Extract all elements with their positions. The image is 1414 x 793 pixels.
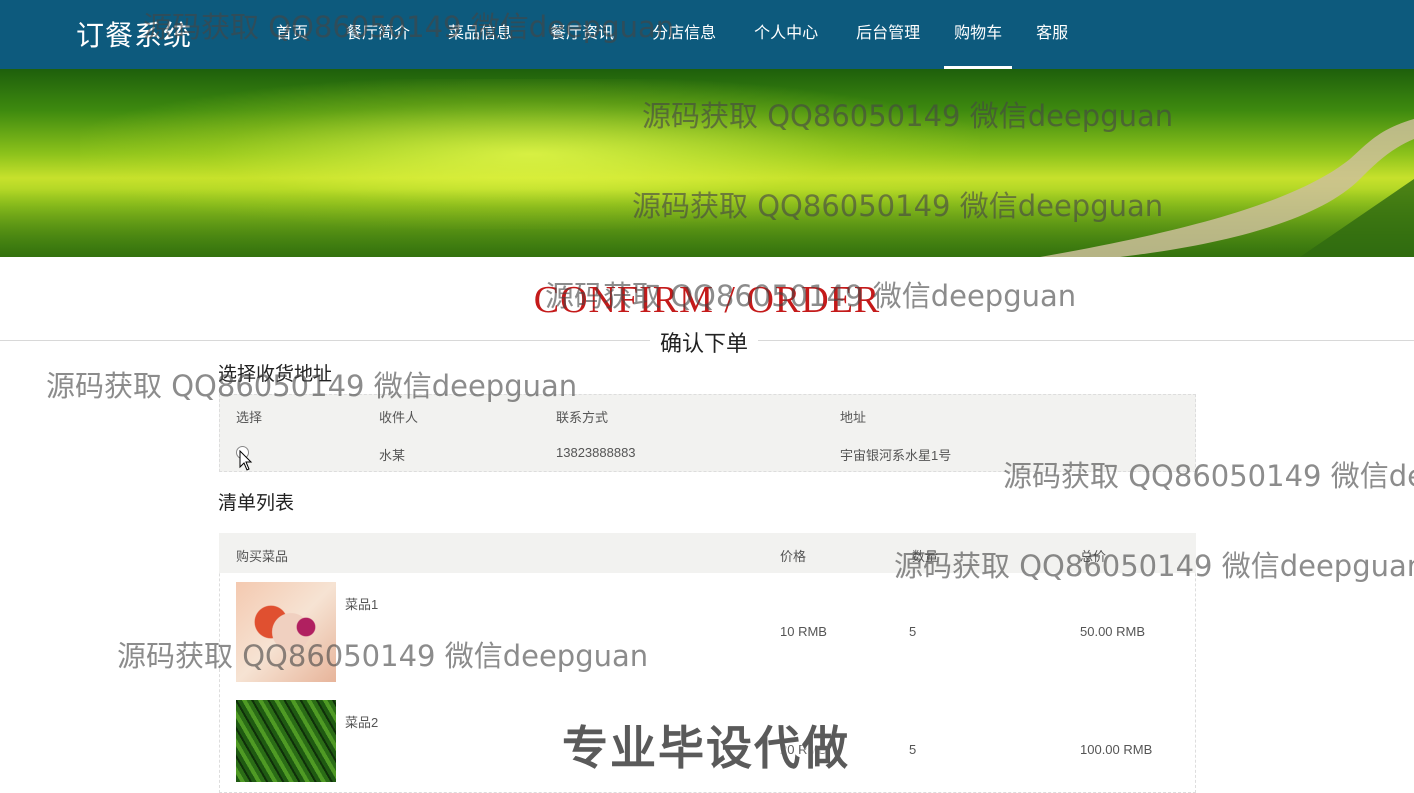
address-phone: 13823888883: [556, 445, 636, 460]
nav-item-cart[interactable]: 购物车: [944, 0, 1013, 69]
section-title-en: CONFIRM / ORDER: [533, 279, 881, 321]
address-col-select: 选择: [236, 410, 263, 425]
nav-item-home[interactable]: 首页: [262, 0, 322, 69]
nav-item-dishes[interactable]: 菜品信息: [434, 0, 526, 69]
nav-menu: 首页 餐厅简介 菜品信息 餐厅资讯 分店信息 个人中心 后台管理 购物车 客服: [262, 0, 1092, 69]
dish-image[interactable]: [236, 700, 336, 782]
address-detail: 宇宙银河系水星1号: [840, 448, 952, 463]
nav-item-about[interactable]: 餐厅简介: [332, 0, 424, 69]
section-title-cn: 确认下单: [650, 326, 759, 358]
banner-image: [0, 69, 1414, 257]
dish-image[interactable]: [236, 582, 336, 682]
dish-total: 50.00 RMB: [1080, 624, 1146, 639]
cart-col-qty: 数量: [912, 549, 939, 564]
dish-qty: 5: [909, 624, 917, 639]
address-recipient: 水某: [379, 448, 406, 463]
nav-item-admin[interactable]: 后台管理: [842, 0, 934, 69]
cart-col-total: 总价: [1080, 549, 1107, 564]
promo-stamp: 专业毕设代做: [562, 722, 850, 774]
dish-price: 10 RMB: [780, 624, 827, 639]
nav-item-news[interactable]: 餐厅资讯: [536, 0, 628, 69]
nav-item-profile[interactable]: 个人中心: [740, 0, 832, 69]
cart-table-header: [219, 533, 1196, 573]
dish-name[interactable]: 菜品2: [345, 712, 378, 731]
top-navbar: 订餐系统 首页 餐厅简介 菜品信息 餐厅资讯 分店信息 个人中心 后台管理 购物…: [0, 0, 1414, 69]
address-heading: 选择收货地址: [218, 364, 333, 385]
banner-path-graphic: [1040, 119, 1414, 257]
nav-item-branches[interactable]: 分店信息: [638, 0, 730, 69]
cart-col-dish: 购买菜品: [236, 549, 289, 564]
address-table: [219, 394, 1196, 472]
cart-heading: 清单列表: [218, 493, 295, 514]
address-col-address: 地址: [840, 410, 867, 425]
nav-item-service[interactable]: 客服: [1022, 0, 1082, 69]
address-col-phone: 联系方式: [556, 410, 609, 425]
dish-name[interactable]: 菜品1: [345, 594, 378, 613]
address-col-recipient: 收件人: [379, 410, 419, 425]
site-logo[interactable]: 订餐系统: [76, 14, 192, 54]
cart-col-price: 价格: [780, 549, 807, 564]
mouse-cursor-icon: [239, 450, 253, 471]
dish-qty: 5: [909, 742, 917, 757]
dish-total: 100.00 RMB: [1080, 742, 1153, 757]
